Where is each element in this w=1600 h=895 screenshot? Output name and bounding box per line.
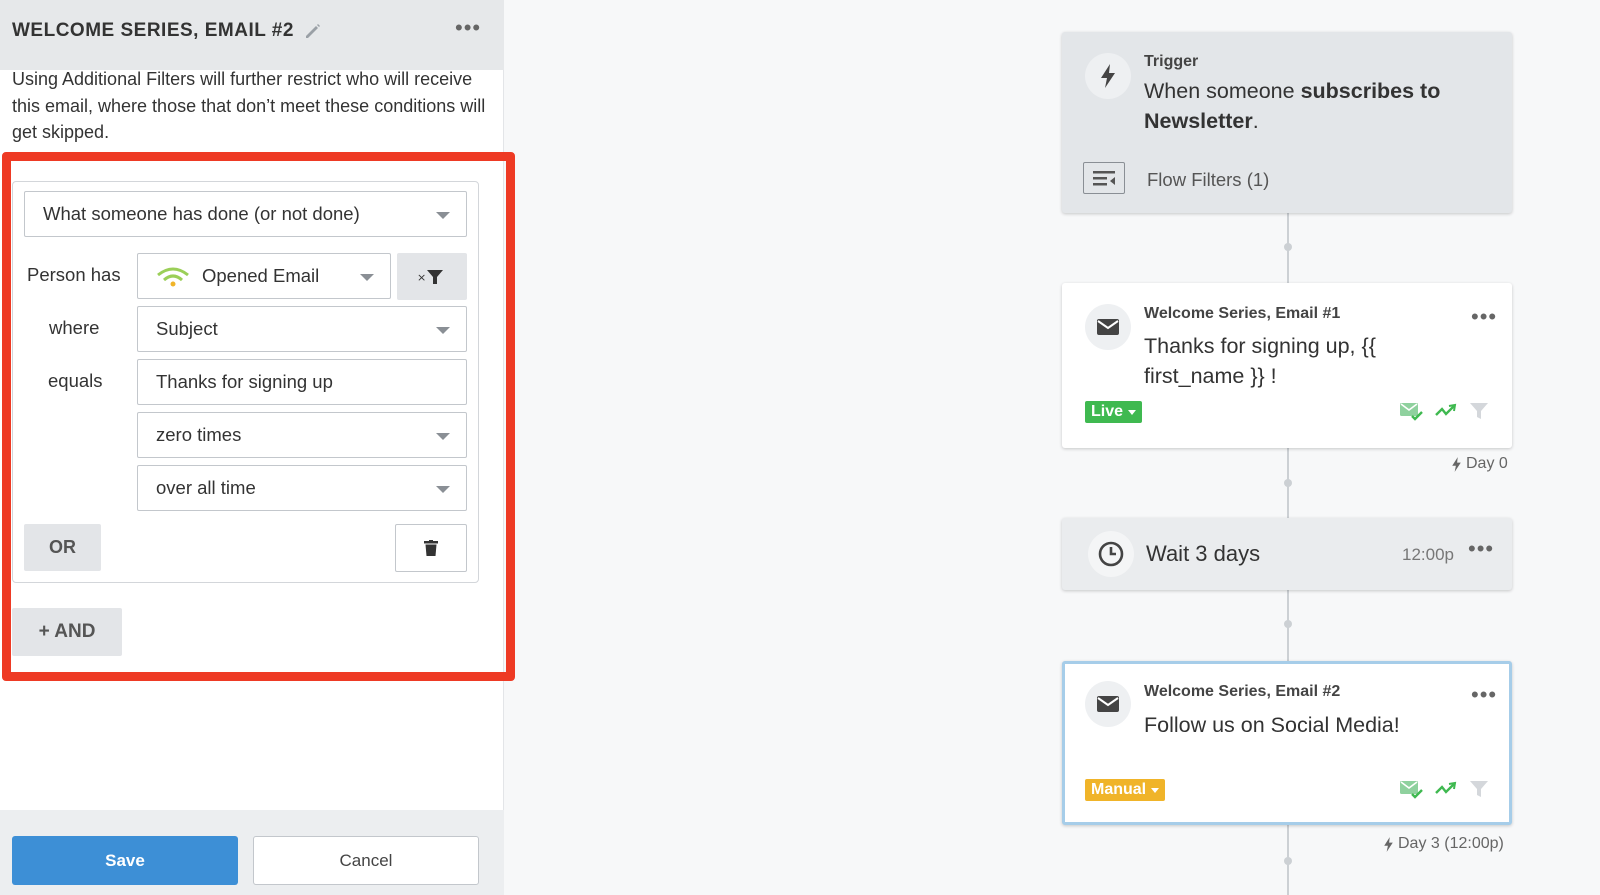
connector-node xyxy=(1284,243,1292,251)
chevron-down-icon xyxy=(436,327,450,334)
frequency-select[interactable]: zero times xyxy=(137,412,467,458)
status-badge[interactable]: Live xyxy=(1085,401,1143,423)
chevron-down-icon xyxy=(436,486,450,493)
condition-type-value: What someone has done (or not done) xyxy=(43,203,360,224)
trend-icon[interactable] xyxy=(1435,781,1457,797)
lightning-icon xyxy=(1452,456,1461,472)
connector-node xyxy=(1284,479,1292,487)
email-check-icon[interactable] xyxy=(1399,401,1423,421)
connector-node xyxy=(1284,857,1292,865)
wifi-signal-icon xyxy=(157,267,189,287)
clock-icon-wrap xyxy=(1088,531,1134,577)
trigger-description: When someone subscribes to Newsletter. xyxy=(1144,79,1441,133)
wait-duration: Wait 3 days xyxy=(1146,541,1261,566)
email-2-actions xyxy=(1399,779,1489,799)
metric-select[interactable]: Opened Email xyxy=(137,253,391,299)
or-button[interactable]: OR xyxy=(24,524,101,571)
cancel-button[interactable]: Cancel xyxy=(253,836,479,885)
equals-label: equals xyxy=(48,370,103,391)
trigger-icon-wrap xyxy=(1085,53,1131,99)
metric-value: Opened Email xyxy=(202,265,320,286)
envelope-icon xyxy=(1097,696,1119,712)
email-icon-wrap xyxy=(1085,304,1131,350)
more-options-icon[interactable]: ••• xyxy=(1471,684,1497,706)
panel-header: WELCOME SERIES, EMAIL #2 ••• xyxy=(0,0,504,70)
trend-icon[interactable] xyxy=(1435,403,1457,419)
email-2-name: Welcome Series, Email #2 xyxy=(1144,683,1341,700)
timeframe-value: over all time xyxy=(156,477,256,498)
filter-icon[interactable] xyxy=(1469,402,1489,420)
more-options-icon[interactable]: ••• xyxy=(1471,306,1497,328)
lightning-icon xyxy=(1101,64,1115,88)
filter-list-icon xyxy=(1093,171,1115,186)
trash-icon xyxy=(424,540,438,556)
email-icon-wrap xyxy=(1085,681,1131,727)
chevron-down-icon xyxy=(436,212,450,219)
caret-down-icon xyxy=(1151,787,1160,793)
filter-icon[interactable] xyxy=(1469,780,1489,798)
more-options-icon[interactable]: ••• xyxy=(455,17,481,39)
email-1-name: Welcome Series, Email #1 xyxy=(1144,305,1341,322)
clock-icon xyxy=(1098,541,1124,567)
flow-filters-icon[interactable] xyxy=(1083,162,1125,194)
email-1-delay-label: Day 0 xyxy=(1451,455,1508,473)
email-2-subject: Follow us on Social Media! xyxy=(1144,713,1400,737)
filter-icon: × xyxy=(417,269,443,284)
person-has-label: Person has xyxy=(27,264,121,285)
panel-title: WELCOME SERIES, EMAIL #2 xyxy=(12,20,294,41)
envelope-icon xyxy=(1097,319,1119,335)
chevron-down-icon xyxy=(436,433,450,440)
save-button[interactable]: Save xyxy=(12,836,238,885)
flow-filters-label[interactable]: Flow Filters (1) xyxy=(1147,169,1269,191)
trigger-label: Trigger xyxy=(1144,53,1199,70)
condition-type-select[interactable]: What someone has done (or not done) xyxy=(24,191,467,237)
delete-condition-button[interactable] xyxy=(395,524,467,572)
property-filter-button[interactable]: × xyxy=(397,253,467,300)
filter-description: Using Additional Filters will further re… xyxy=(12,69,486,142)
timeframe-select[interactable]: over all time xyxy=(137,465,467,511)
svg-text:×: × xyxy=(417,271,426,284)
caret-down-icon xyxy=(1128,409,1137,415)
chevron-down-icon xyxy=(360,274,374,281)
email-2-delay-label: Day 3 (12:00p) xyxy=(1383,835,1504,853)
value-input[interactable]: Thanks for signing up xyxy=(137,359,467,405)
where-label: where xyxy=(49,317,100,338)
email-1-actions xyxy=(1399,401,1489,421)
email-1-subject: Thanks for signing up, {{ first_name }} … xyxy=(1144,334,1376,388)
connector-node xyxy=(1284,620,1292,628)
property-select[interactable]: Subject xyxy=(137,306,467,352)
value-text: Thanks for signing up xyxy=(156,371,333,392)
more-options-icon[interactable]: ••• xyxy=(1468,538,1494,560)
wait-time: 12:00p xyxy=(1402,545,1454,564)
email-check-icon[interactable] xyxy=(1399,779,1423,799)
status-badge[interactable]: Manual xyxy=(1085,779,1166,801)
lightning-icon xyxy=(1384,836,1393,852)
add-and-condition-button[interactable]: + AND xyxy=(12,608,122,656)
frequency-value: zero times xyxy=(156,424,242,445)
pencil-icon[interactable] xyxy=(304,22,322,40)
property-value: Subject xyxy=(156,318,218,339)
